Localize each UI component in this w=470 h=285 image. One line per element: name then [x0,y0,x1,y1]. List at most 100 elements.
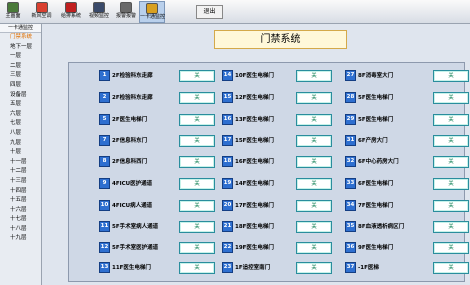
sidebar-floor-item[interactable]: 十三层 [0,177,41,187]
door-status-button[interactable]: 关 [179,92,215,104]
exit-button[interactable]: 退出 [196,5,223,19]
toolbar-button-4[interactable]: 视频监控 [87,1,111,23]
fresh-air-ac-icon [35,2,48,13]
door-number-badge: 1 [99,70,110,81]
door-status-button[interactable]: 关 [296,242,332,254]
toolbar-button-1[interactable]: 主画面 [2,1,24,23]
door-status-button[interactable]: 关 [296,221,332,233]
sidebar-floor-item[interactable]: 三层 [0,71,41,81]
door-item: 33 6F医生电梯门 关 [345,178,470,190]
door-status-button[interactable]: 关 [179,242,215,254]
door-number-badge: 5 [99,114,110,125]
door-number-badge: 14 [222,70,233,81]
door-status-button[interactable]: 关 [433,156,469,168]
door-name: 2F检验科东走廊 [112,73,153,79]
door-status-button[interactable]: 关 [296,135,332,147]
door-status-button[interactable]: 关 [179,135,215,147]
sidebar-floor-item[interactable]: 十一层 [0,158,41,168]
door-item: 19 14F医生电梯门 关 [222,178,334,190]
door-name: 4FICU医护通道 [112,181,153,187]
door-status-button[interactable]: 关 [296,114,332,126]
toolbar-button-2[interactable]: 新风空调 [28,1,55,23]
sidebar-floor-item[interactable]: 九层 [0,139,41,149]
door-name: 5F医生电梯门 [358,95,394,101]
door-item: 34 7F医生电梯门 关 [345,200,470,212]
door-number-badge: 18 [222,156,233,167]
door-item: 8 2F信息科西门 关 [99,156,217,168]
door-number-badge: 32 [345,156,356,167]
toolbar-button-3[interactable]: 给排系统 [59,1,83,23]
door-status-button[interactable]: 关 [179,221,215,233]
door-status-button[interactable]: 关 [433,178,469,190]
sidebar-floor-item[interactable]: 设备层 [0,91,41,101]
door-status-button[interactable]: 关 [179,262,215,274]
door-status-button[interactable]: 关 [179,156,215,168]
door-name: -1F医梯 [358,265,379,271]
door-status-button[interactable]: 关 [296,200,332,212]
sidebar-floor-item[interactable]: 六层 [0,110,41,120]
sidebar-floor-item[interactable]: 十四层 [0,187,41,197]
sidebar-floor-item[interactable]: 门禁系统 [0,33,41,43]
door-status-button[interactable]: 关 [433,200,469,212]
door-name: 18F医生电梯门 [235,224,274,230]
sidebar-floor-item[interactable]: 一层 [0,52,41,62]
door-number-badge: 27 [345,70,356,81]
door-name: 14F医生电梯门 [235,181,274,187]
door-status-button[interactable]: 关 [179,200,215,212]
sidebar-floor-item[interactable]: 十六层 [0,206,41,216]
door-status-button[interactable]: 关 [179,178,215,190]
sidebar-floor-item[interactable]: 四层 [0,81,41,91]
sidebar-floor-item[interactable]: 十层 [0,148,41,158]
sidebar-floor-item[interactable]: 十二层 [0,167,41,177]
door-status-button[interactable]: 关 [179,114,215,126]
door-item: 5 2F医生电梯门 关 [99,114,217,126]
card-access-icon [146,3,158,14]
door-number-badge: 23 [222,262,233,273]
sidebar-floor-item[interactable]: 十八层 [0,225,41,235]
door-number-badge: 28 [345,92,356,103]
sidebar-floor-item[interactable]: 八层 [0,129,41,139]
door-status-button[interactable]: 关 [433,70,469,82]
door-number-badge: 15 [222,92,233,103]
door-status-button[interactable]: 关 [433,221,469,233]
door-item: 32 6F中心药房大门 关 [345,156,470,168]
door-status-button[interactable]: 关 [296,262,332,274]
door-name: 7F医生电梯门 [358,203,394,209]
door-name: 12F医生电梯门 [235,95,274,101]
door-item: 36 9F医生电梯门 关 [345,242,470,254]
door-status-button[interactable]: 关 [433,262,469,274]
sidebar-floor-item[interactable]: 地下一层 [0,43,41,53]
door-number-badge: 12 [99,242,110,253]
door-status-button[interactable]: 关 [433,135,469,147]
door-status-button[interactable]: 关 [433,242,469,254]
toolbar-button-5[interactable]: 报警报警 [114,1,138,23]
door-name: 19F医生电梯门 [235,245,274,251]
sidebar-floor-item[interactable]: 十七层 [0,215,41,225]
door-status-button[interactable]: 关 [296,92,332,104]
door-status-button[interactable]: 关 [433,92,469,104]
door-item: 29 5F医生电梯门 关 [345,114,470,126]
door-name: 4FICU病人通道 [112,203,153,209]
door-item: 20 17F医生电梯门 关 [222,200,334,212]
door-status-button[interactable]: 关 [433,114,469,126]
toolbar-button-label: 一卡通监控 [140,14,166,20]
door-status-button[interactable]: 关 [179,70,215,82]
door-name: 13F医生电梯门 [235,117,274,123]
toolbar-button-6[interactable]: 一卡通监控 [139,1,165,23]
door-name: 6F医生电梯门 [358,181,394,187]
page-title: 门禁系统 [214,30,347,49]
door-status-button[interactable]: 关 [296,70,332,82]
door-status-button[interactable]: 关 [296,178,332,190]
door-item: 2 2F检验科东走廊 关 [99,92,217,104]
door-number-badge: 22 [222,242,233,253]
door-number-badge: 2 [99,92,110,103]
water-supply-icon [65,2,77,13]
sidebar-floor-item[interactable]: 七层 [0,119,41,129]
sidebar-floor-item[interactable]: 二层 [0,62,41,72]
sidebar-floor-item[interactable]: 五层 [0,100,41,110]
door-item: 12 5F手术室医护通道 关 [99,242,217,254]
door-status-button[interactable]: 关 [296,156,332,168]
sidebar-floor-item[interactable]: 十九层 [0,234,41,244]
door-item: 18 16F医生电梯门 关 [222,156,334,168]
sidebar-floor-item[interactable]: 十五层 [0,196,41,206]
